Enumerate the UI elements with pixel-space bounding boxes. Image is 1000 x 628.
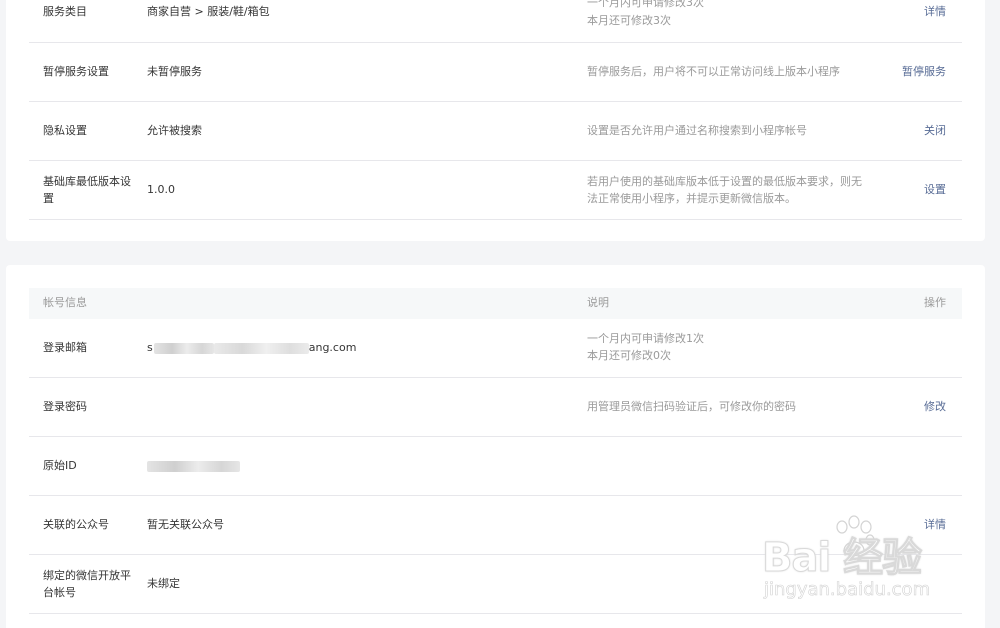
pause-service-row: 暂停服务设置 未暂停服务 暂停服务后，用户将不可以正常访问线上版本小程序 暂停服… <box>29 43 962 102</box>
email-prefix: s <box>147 341 153 354</box>
login-password-row: 登录密码 用管理员微信扫码验证后，可修改你的密码 修改 <box>29 378 962 437</box>
login-email-label: 登录邮箱 <box>43 341 87 354</box>
login-email-row: 登录邮箱 s ang.com 一个月内可申请修改1次 本月还可修改0次 <box>29 319 962 378</box>
change-password-link[interactable]: 修改 <box>924 399 946 415</box>
original-id-value <box>147 458 447 474</box>
original-id-label: 原始ID <box>43 459 77 472</box>
privacy-value: 允许被搜索 <box>147 124 202 137</box>
original-id-redaction-blur <box>147 460 240 472</box>
open-platform-account-label-1: 绑定的微信开放平 <box>43 569 131 582</box>
account-info-table-header: 帐号信息 说明 操作 <box>29 288 962 319</box>
header-description: 说明 <box>587 296 609 309</box>
login-email-value: s ang.com <box>147 340 447 356</box>
email-redaction-blur <box>153 342 214 354</box>
min-lib-version-value: 1.0.0 <box>147 183 175 196</box>
service-category-row: 服务类目 商家自营 > 服装/鞋/箱包 一个月内可申请修改3次 本月还可修改3次… <box>29 0 962 43</box>
service-category-desc-1: 一个月内可申请修改3次 <box>587 0 704 9</box>
open-platform-account-label-2: 台帐号 <box>43 586 76 599</box>
linked-official-account-details-link[interactable]: 详情 <box>924 517 946 533</box>
privacy-label: 隐私设置 <box>43 124 87 137</box>
privacy-close-link[interactable]: 关闭 <box>924 123 946 139</box>
login-password-label: 登录密码 <box>43 400 87 413</box>
email-redaction-blur-2 <box>213 342 309 354</box>
open-platform-account-row: 绑定的微信开放平 台帐号 未绑定 <box>29 555 962 614</box>
linked-official-account-label: 关联的公众号 <box>43 518 109 531</box>
pause-service-button[interactable]: 暂停服务 <box>902 64 946 80</box>
min-lib-version-settings-link[interactable]: 设置 <box>924 182 946 198</box>
service-settings-card: 服务类目 商家自营 > 服装/鞋/箱包 一个月内可申请修改3次 本月还可修改3次… <box>6 0 985 241</box>
min-lib-version-desc-1: 若用户使用的基础库版本低于设置的最低版本要求，则无 <box>587 175 862 188</box>
email-suffix: ang.com <box>308 341 357 354</box>
service-category-desc-2: 本月还可修改3次 <box>587 14 671 27</box>
header-account-info: 帐号信息 <box>43 296 87 309</box>
header-operation: 操作 <box>924 296 946 309</box>
min-lib-version-label-1: 基础库最低版本设 <box>43 175 131 188</box>
pause-service-desc: 暂停服务后，用户将不可以正常访问线上版本小程序 <box>587 65 840 78</box>
login-email-desc-2: 本月还可修改0次 <box>587 349 671 362</box>
privacy-row: 隐私设置 允许被搜索 设置是否允许用户通过名称搜索到小程序帐号 关闭 <box>29 102 962 161</box>
service-category-value: 商家自营 > 服装/鞋/箱包 <box>147 5 270 18</box>
original-id-row: 原始ID <box>29 437 962 496</box>
privacy-desc: 设置是否允许用户通过名称搜索到小程序帐号 <box>587 124 807 137</box>
open-platform-account-value: 未绑定 <box>147 577 180 590</box>
login-email-desc-1: 一个月内可申请修改1次 <box>587 332 704 345</box>
service-category-label: 服务类目 <box>43 5 87 18</box>
service-category-details-link[interactable]: 详情 <box>924 4 946 20</box>
min-lib-version-desc-2: 法正常使用小程序，并提示更新微信版本。 <box>587 192 796 205</box>
linked-official-account-value: 暂无关联公众号 <box>147 518 224 531</box>
pause-service-value: 未暂停服务 <box>147 65 202 78</box>
account-info-card: 帐号信息 说明 操作 登录邮箱 s ang.com 一个月内可申请修改1次 本月还… <box>6 265 985 628</box>
login-password-desc: 用管理员微信扫码验证后，可修改你的密码 <box>587 400 796 413</box>
linked-official-account-row: 关联的公众号 暂无关联公众号 详情 <box>29 496 962 555</box>
pause-service-label: 暂停服务设置 <box>43 65 109 78</box>
min-lib-version-row: 基础库最低版本设 置 1.0.0 若用户使用的基础库版本低于设置的最低版本要求，… <box>29 161 962 220</box>
min-lib-version-label-2: 置 <box>43 192 54 205</box>
